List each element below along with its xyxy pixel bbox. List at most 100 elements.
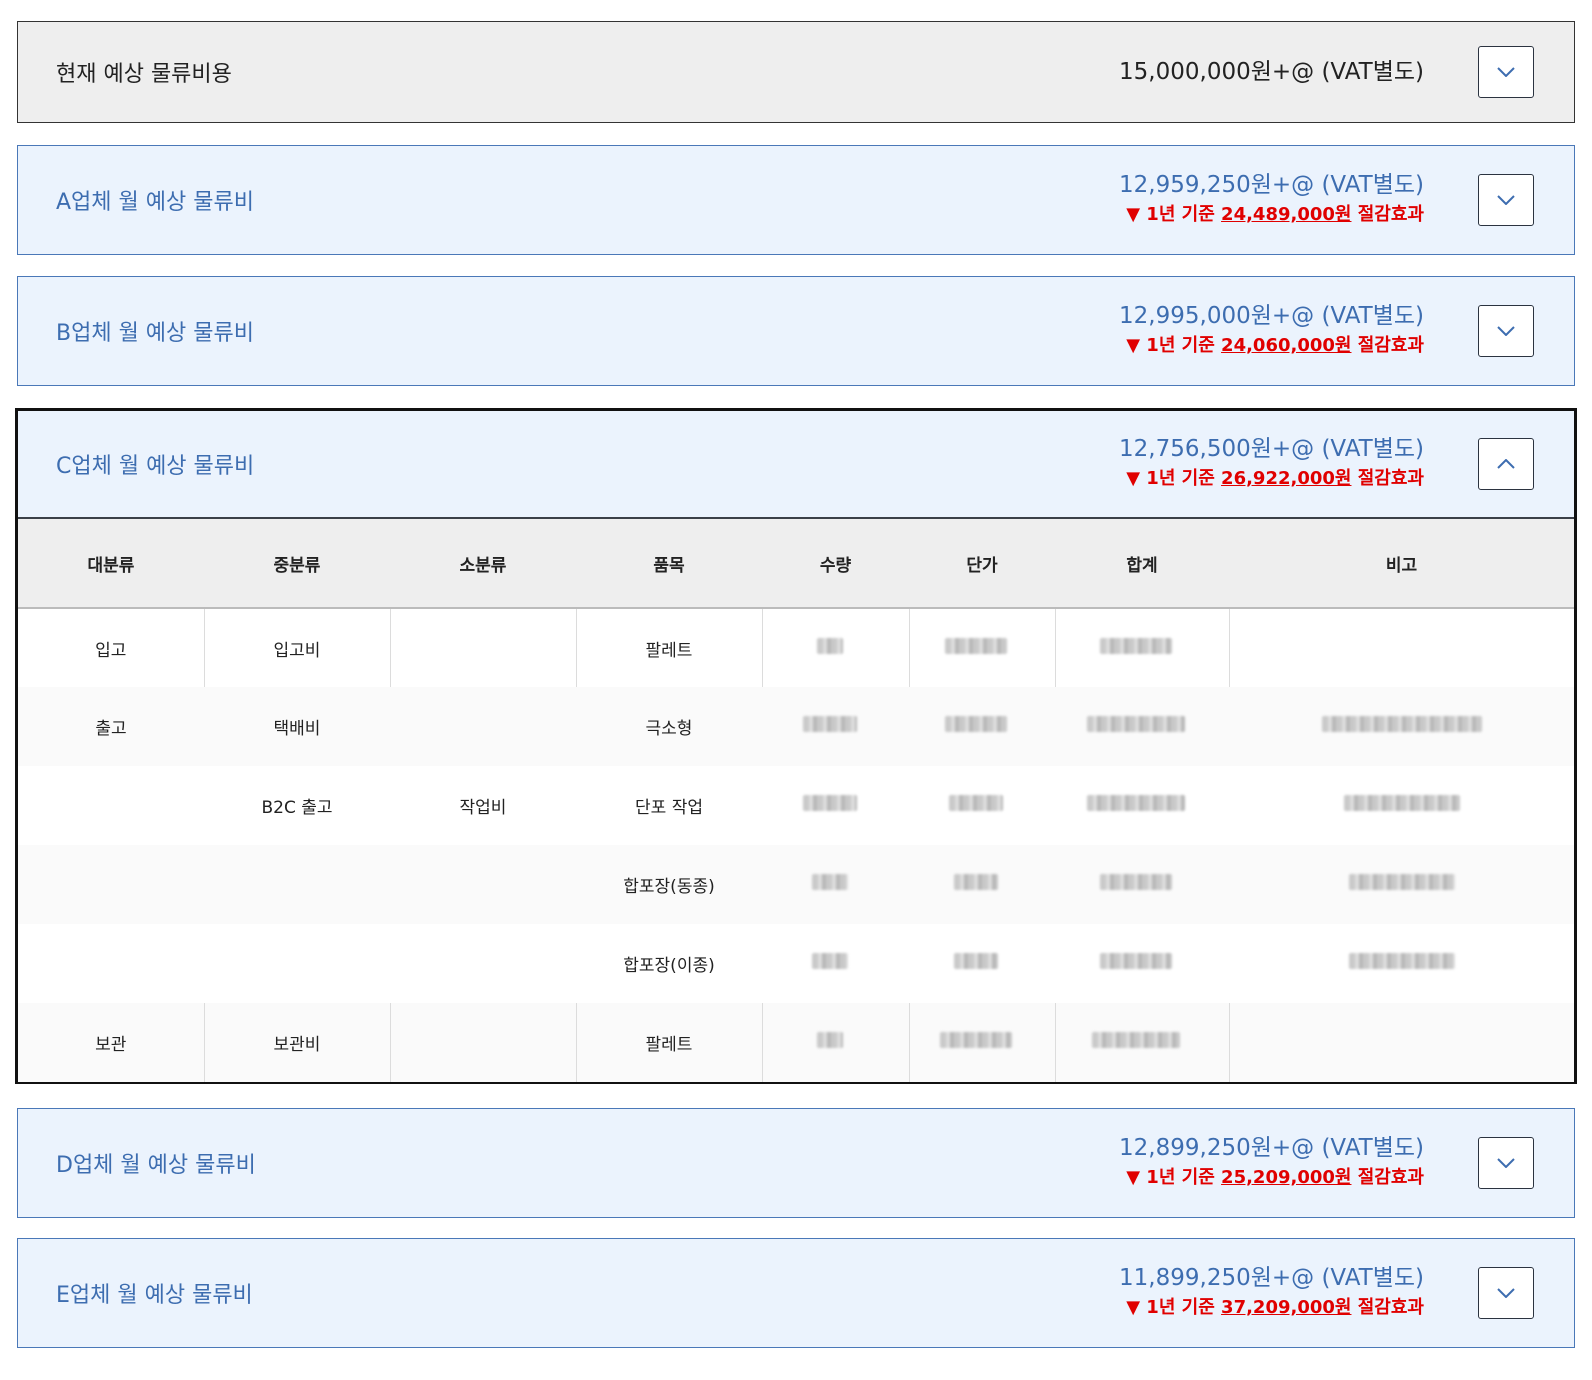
saving-prefix: ▼ 1년 기준 <box>1126 1167 1222 1188</box>
cell-major <box>18 766 204 845</box>
cell-middle: B2C 출고 <box>261 798 333 818</box>
cell-note-redacted <box>1229 687 1574 766</box>
header-quantity: 수량 <box>762 519 909 609</box>
table-header-row: 대분류 중분류 소분류 품목 수량 단가 합계 비고 <box>18 519 1574 609</box>
cell-total-redacted <box>1055 1003 1230 1082</box>
saving-prefix: ▼ 1년 기준 <box>1126 204 1222 225</box>
cell-major <box>18 845 204 924</box>
cell-item: 극소형 <box>576 687 762 766</box>
current-cost-panel: 현재 예상 물류비용 15,000,000원+@ (VAT별도) <box>17 21 1575 123</box>
vendor-c-toggle-button[interactable] <box>1478 438 1534 490</box>
cell-middle <box>204 845 390 924</box>
cell-minor <box>390 687 576 766</box>
header-major: 대분류 <box>18 519 204 609</box>
vendor-e-toggle-button[interactable] <box>1478 1267 1534 1319</box>
vendor-d-price: 12,899,250원+@ (VAT별도) <box>1119 1135 1424 1161</box>
vendor-a-price: 12,959,250원+@ (VAT별도) <box>1119 172 1424 198</box>
cell-major: 출고 <box>18 687 204 766</box>
vendor-a-summary: 12,959,250원+@ (VAT별도) ▼ 1년 기준 24,489,000… <box>1119 170 1424 230</box>
chevron-down-icon <box>1497 326 1515 336</box>
cell-minor <box>390 1003 577 1082</box>
header-item: 품목 <box>576 519 762 609</box>
cell-unit-price-redacted <box>909 766 1055 845</box>
chevron-down-icon <box>1497 195 1515 205</box>
vendor-d-saving: ▼ 1년 기준 25,209,000원 절감효과 <box>1119 1163 1424 1193</box>
cell-note-redacted <box>1229 766 1574 845</box>
header-middle: 중분류 <box>204 519 390 609</box>
table-row: 출고 택배비 극소형 <box>18 687 1574 766</box>
cell-item: 합포장(동종) <box>576 845 762 924</box>
cell-note-redacted <box>1229 924 1574 1003</box>
cost-detail-table: 대분류 중분류 소분류 품목 수량 단가 합계 비고 입고 입고비 팔레트 출고… <box>18 519 1574 1082</box>
cell-total-redacted <box>1055 687 1229 766</box>
cell-middle: 택배비 <box>204 687 390 766</box>
vendor-c-saving: ▼ 1년 기준 26,922,000원 절감효과 <box>1119 464 1424 494</box>
vendor-b-summary: 12,995,000원+@ (VAT별도) ▼ 1년 기준 24,060,000… <box>1119 301 1424 361</box>
saving-prefix: ▼ 1년 기준 <box>1126 335 1222 356</box>
vendor-a-panel: A업체 월 예상 물류비 12,959,250원+@ (VAT별도) ▼ 1년 … <box>17 145 1575 255</box>
chevron-down-icon <box>1497 1288 1515 1298</box>
current-cost-summary: 15,000,000원+@ (VAT별도) <box>1119 57 1424 87</box>
saving-amount: 24,489,000원 <box>1221 204 1352 225</box>
saving-suffix: 절감효과 <box>1351 1167 1424 1188</box>
vendor-b-saving: ▼ 1년 기준 24,060,000원 절감효과 <box>1119 331 1424 361</box>
cell-quantity-redacted <box>762 924 909 1003</box>
saving-prefix: ▼ 1년 기준 <box>1126 468 1222 489</box>
cell-major: 입고 <box>18 608 205 687</box>
vendor-e-saving: ▼ 1년 기준 37,209,000원 절감효과 <box>1119 1293 1424 1323</box>
vendor-b-toggle-button[interactable] <box>1478 305 1534 357</box>
cell-unit-price-redacted <box>909 1003 1056 1082</box>
vendor-c-summary: 12,756,500원+@ (VAT별도) ▼ 1년 기준 26,922,000… <box>1119 434 1424 494</box>
cell-note <box>1229 608 1574 687</box>
cell-middle: 입고비 <box>204 608 391 687</box>
header-minor: 소분류 <box>390 519 576 609</box>
cell-minor: 작업비 <box>459 798 507 818</box>
cell-quantity-redacted <box>762 608 910 687</box>
cell-item: 팔레트 <box>576 608 763 687</box>
vendor-d-toggle-button[interactable] <box>1478 1137 1534 1189</box>
vendor-d-summary: 12,899,250원+@ (VAT별도) ▼ 1년 기준 25,209,000… <box>1119 1133 1424 1193</box>
vendor-e-summary: 11,899,250원+@ (VAT별도) ▼ 1년 기준 37,209,000… <box>1119 1263 1424 1323</box>
vendor-c-title: C업체 월 예상 물류비 <box>56 454 255 479</box>
current-cost-toggle-button[interactable] <box>1478 46 1534 98</box>
cell-total-redacted <box>1055 608 1230 687</box>
cell-unit-price-redacted <box>909 924 1055 1003</box>
chevron-up-icon <box>1497 459 1515 469</box>
saving-suffix: 절감효과 <box>1351 1297 1424 1318</box>
cell-quantity-redacted <box>762 687 909 766</box>
cell-quantity-redacted <box>762 766 909 845</box>
cell-major <box>18 924 204 1003</box>
cell-note <box>1229 1003 1574 1082</box>
cell-total-redacted <box>1055 766 1229 845</box>
cell-unit-price-redacted <box>909 608 1056 687</box>
cell-total-redacted <box>1055 845 1229 924</box>
cell-major: 보관 <box>18 1003 205 1082</box>
cell-item: 팔레트 <box>576 1003 763 1082</box>
current-cost-price: 15,000,000원+@ (VAT별도) <box>1119 59 1424 85</box>
current-cost-title: 현재 예상 물류비용 <box>56 62 232 87</box>
cell-note-redacted <box>1229 845 1574 924</box>
saving-suffix: 절감효과 <box>1351 335 1424 356</box>
vendor-a-title: A업체 월 예상 물류비 <box>56 190 254 215</box>
header-unit-price: 단가 <box>909 519 1055 609</box>
saving-amount: 25,209,000원 <box>1221 1167 1352 1188</box>
cell-quantity-redacted <box>762 845 909 924</box>
vendor-b-panel: B업체 월 예상 물류비 12,995,000원+@ (VAT별도) ▼ 1년 … <box>17 276 1575 386</box>
vendor-e-panel: E업체 월 예상 물류비 11,899,250원+@ (VAT별도) ▼ 1년 … <box>17 1238 1575 1348</box>
cell-total-redacted <box>1055 924 1229 1003</box>
saving-amount: 37,209,000원 <box>1221 1297 1352 1318</box>
cell-middle <box>204 924 390 1003</box>
cell-item: 단포 작업 <box>635 798 703 818</box>
table-row: 합포장(동종) <box>18 845 1574 924</box>
vendor-e-price: 11,899,250원+@ (VAT별도) <box>1119 1265 1424 1291</box>
vendor-d-panel: D업체 월 예상 물류비 12,899,250원+@ (VAT별도) ▼ 1년 … <box>17 1108 1575 1218</box>
saving-suffix: 절감효과 <box>1351 468 1424 489</box>
cell-item: 합포장(이종) <box>623 956 715 976</box>
table-row: 보관 보관비 팔레트 <box>18 1003 1574 1082</box>
vendor-a-toggle-button[interactable] <box>1478 174 1534 226</box>
saving-prefix: ▼ 1년 기준 <box>1126 1297 1222 1318</box>
cell-quantity-redacted <box>762 1003 910 1082</box>
table-row: 합포장(이종) <box>18 924 1574 1003</box>
header-note: 비고 <box>1229 519 1574 609</box>
cell-unit-price-redacted <box>909 845 1055 924</box>
